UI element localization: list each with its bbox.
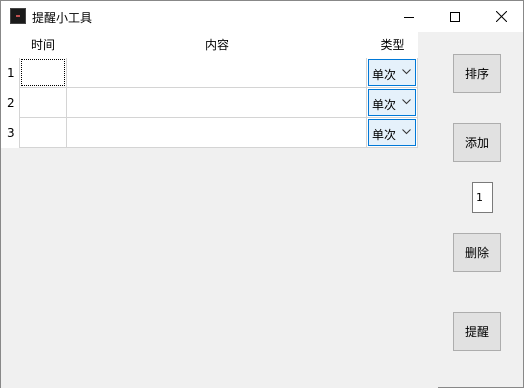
type-dropdown-value: 单次 [372, 98, 397, 112]
sort-button[interactable]: 排序 [453, 54, 501, 93]
type-cell: 单次 [367, 118, 418, 148]
row-number[interactable]: 2 [1, 88, 19, 118]
time-cell[interactable] [19, 118, 67, 148]
minimize-icon [404, 16, 414, 18]
maximize-icon [450, 11, 460, 22]
window-title: 提醒小工具 [32, 11, 93, 25]
content-cell[interactable] [67, 58, 367, 88]
chevron-down-icon [402, 129, 411, 135]
header-time[interactable]: 时间 [19, 32, 67, 58]
close-icon [495, 11, 507, 22]
table-header: 时间 内容 类型 [1, 32, 418, 58]
minimize-button[interactable] [386, 1, 432, 32]
table-row: 1 单次 [1, 58, 418, 88]
title-bar[interactable]: 提醒小工具 [1, 1, 523, 32]
row-number[interactable]: 3 [1, 118, 19, 148]
type-dropdown[interactable]: 单次 [368, 119, 416, 146]
delete-button[interactable]: 删除 [453, 233, 501, 272]
header-corner[interactable] [1, 32, 19, 58]
chevron-down-icon [402, 99, 411, 105]
time-cell[interactable] [19, 58, 67, 88]
type-cell: 单次 [367, 58, 418, 88]
app-window: 提醒小工具 时间 内容 类型 1 单次 2 单次 3 单次 排序 添加 1 删除… [0, 0, 524, 388]
chevron-down-icon [402, 69, 411, 75]
close-button[interactable] [478, 1, 524, 32]
header-type[interactable]: 类型 [367, 32, 418, 58]
maximize-button[interactable] [432, 1, 478, 32]
reminder-table[interactable]: 时间 内容 类型 1 单次 2 单次 3 单次 [1, 32, 438, 388]
type-dropdown-value: 单次 [372, 68, 397, 82]
content-cell[interactable] [67, 118, 367, 148]
table-row: 3 单次 [1, 118, 418, 148]
type-dropdown[interactable]: 单次 [368, 59, 416, 86]
type-dropdown[interactable]: 单次 [368, 89, 416, 116]
type-dropdown-value: 单次 [372, 128, 397, 142]
row-index-input[interactable] [472, 182, 493, 213]
header-content[interactable]: 内容 [67, 32, 367, 58]
table-row: 2 单次 [1, 88, 418, 118]
time-cell[interactable] [19, 88, 67, 118]
row-number[interactable]: 1 [1, 58, 19, 88]
add-button[interactable]: 添加 [453, 123, 501, 162]
type-cell: 单次 [367, 88, 418, 118]
content-cell[interactable] [67, 88, 367, 118]
remind-button[interactable]: 提醒 [453, 312, 501, 351]
app-icon [10, 8, 26, 24]
